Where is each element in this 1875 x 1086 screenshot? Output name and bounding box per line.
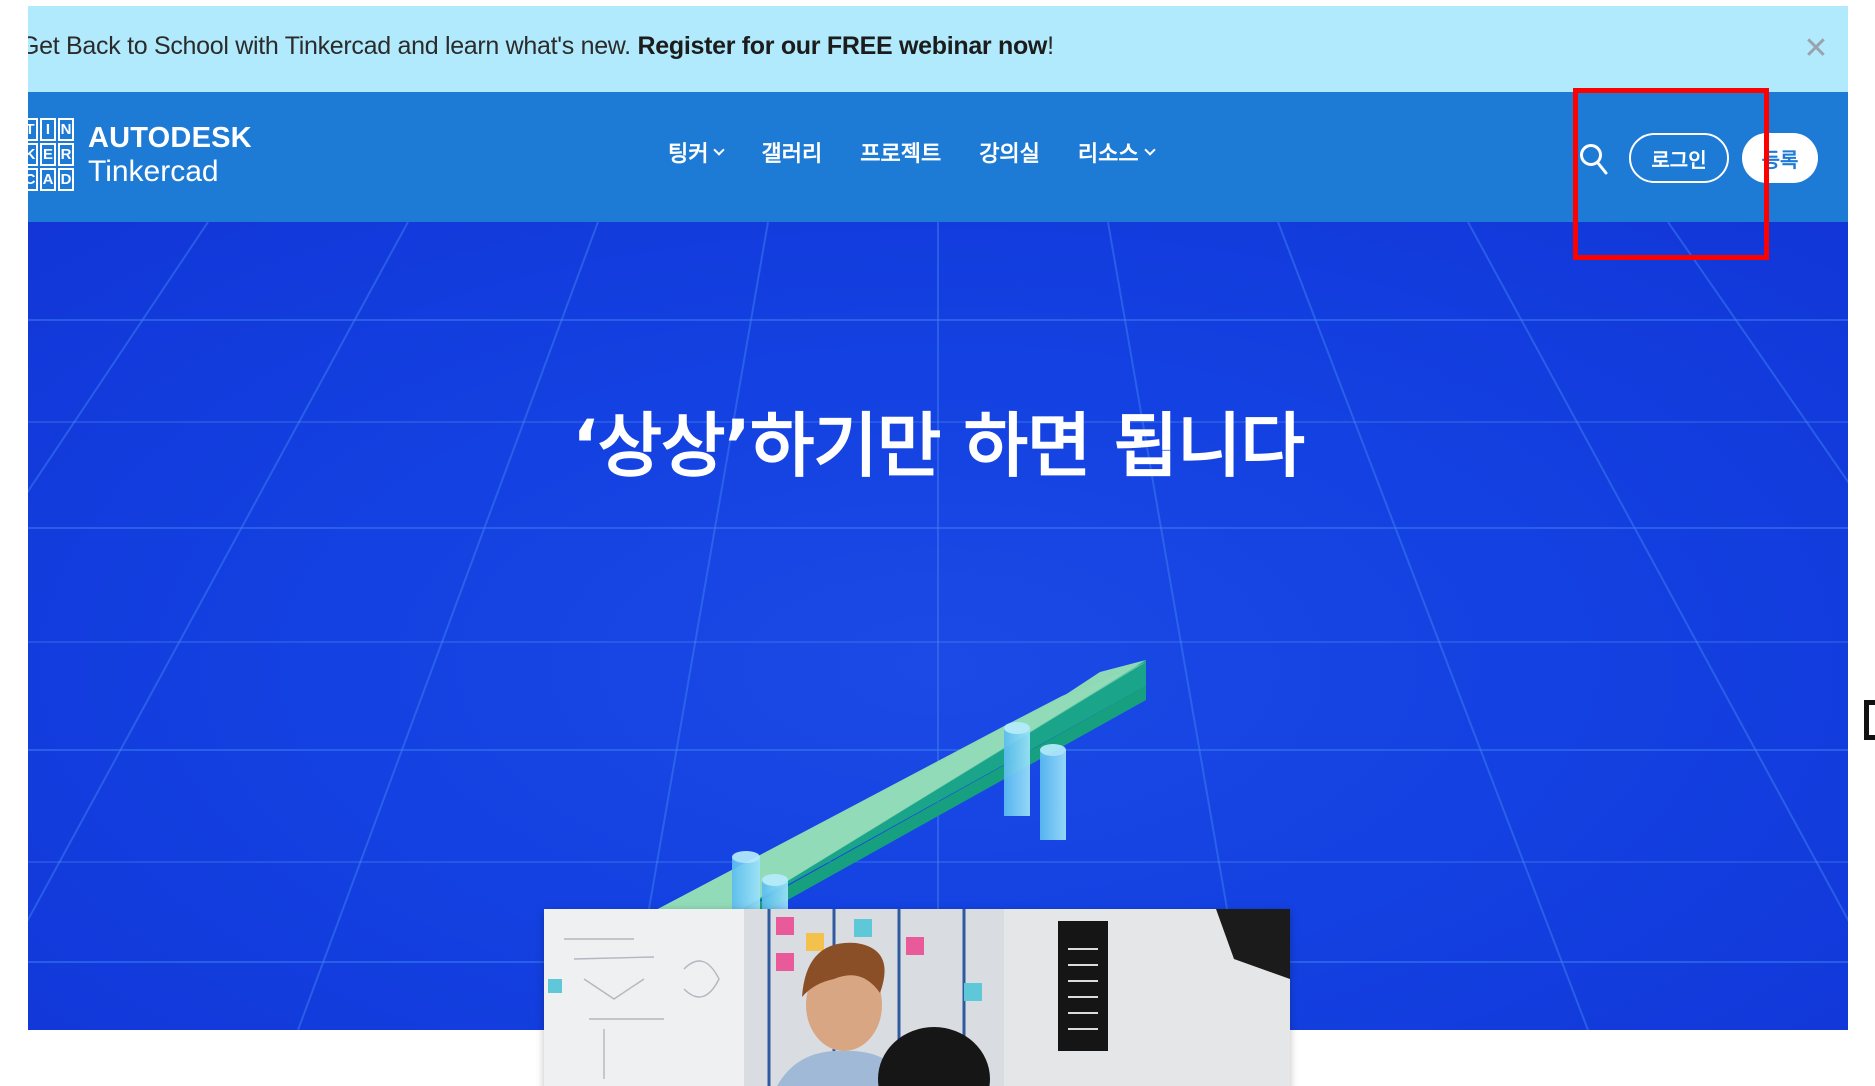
nav-item-projects[interactable]: 프로젝트 <box>860 136 941 168</box>
classroom-photo <box>544 909 1290 1086</box>
nav-item-label: 리소스 <box>1077 142 1139 167</box>
logo-letter: E <box>40 143 56 166</box>
nav-item-classroom[interactable]: 강의실 <box>979 136 1040 168</box>
hero-title: ‘상상’하기만 하면 됩니다 <box>572 405 1305 487</box>
browser-page: Get Back to School with Tinkercad and le… <box>0 0 1875 1086</box>
nav-item-label: 갤러리 <box>761 142 823 167</box>
nav-item-tinker[interactable]: 팅커 <box>668 136 726 168</box>
logo-letter: C <box>28 168 38 191</box>
logo-letter: K <box>28 143 38 166</box>
nav-item-label: 프로젝트 <box>860 142 942 167</box>
logo-letter: N <box>58 118 74 141</box>
tinkercad-logo[interactable]: T I N K E R C A D AUTODESK Tinkercad <box>28 118 252 191</box>
classroom-photo-image <box>544 909 1290 1086</box>
banner-message: Get Back to School with Tinkercad and le… <box>28 32 1054 61</box>
nav-item-label: 팅커 <box>668 142 709 167</box>
nav-item-label: 강의실 <box>979 142 1040 167</box>
banner-text-suffix: ! <box>1047 32 1054 60</box>
logo-product: Tinkercad <box>88 154 219 188</box>
main-nav: 팅커 갤러리 프로젝트 강의실 리소스 <box>668 136 1192 168</box>
logo-wordmark: AUTODESK Tinkercad <box>88 121 252 189</box>
banner-close-icon[interactable]: ✕ <box>1796 28 1836 68</box>
chevron-down-icon <box>1143 143 1156 156</box>
chevron-down-icon <box>713 143 726 156</box>
nav-item-gallery[interactable]: 갤러리 <box>761 136 822 168</box>
banner-text-prefix: Get Back to School with Tinkercad and le… <box>28 32 638 60</box>
announcement-banner: Get Back to School with Tinkercad and le… <box>28 6 1848 92</box>
website-viewport: Get Back to School with Tinkercad and le… <box>28 6 1848 1086</box>
webinar-register-link[interactable]: Register for our FREE webinar now <box>637 32 1047 60</box>
login-button[interactable]: 로그인 <box>1629 133 1729 183</box>
logo-letter: A <box>40 168 56 191</box>
logo-letter: I <box>40 118 56 141</box>
logo-letter: R <box>58 143 74 166</box>
search-icon[interactable] <box>1578 142 1610 176</box>
logo-letter-grid: T I N K E R C A D <box>28 118 74 191</box>
logo-letter: T <box>28 118 38 141</box>
signup-button[interactable]: 등록 <box>1742 133 1818 183</box>
edge-bracket-mark <box>1864 700 1875 740</box>
logo-letter: D <box>58 168 74 191</box>
logo-brand: AUTODESK <box>88 121 252 154</box>
site-header: T I N K E R C A D AUTODESK Tinkercad 팅커 <box>28 92 1848 222</box>
nav-item-resources[interactable]: 리소스 <box>1077 136 1156 168</box>
seesaw-3d-model <box>656 660 1146 952</box>
